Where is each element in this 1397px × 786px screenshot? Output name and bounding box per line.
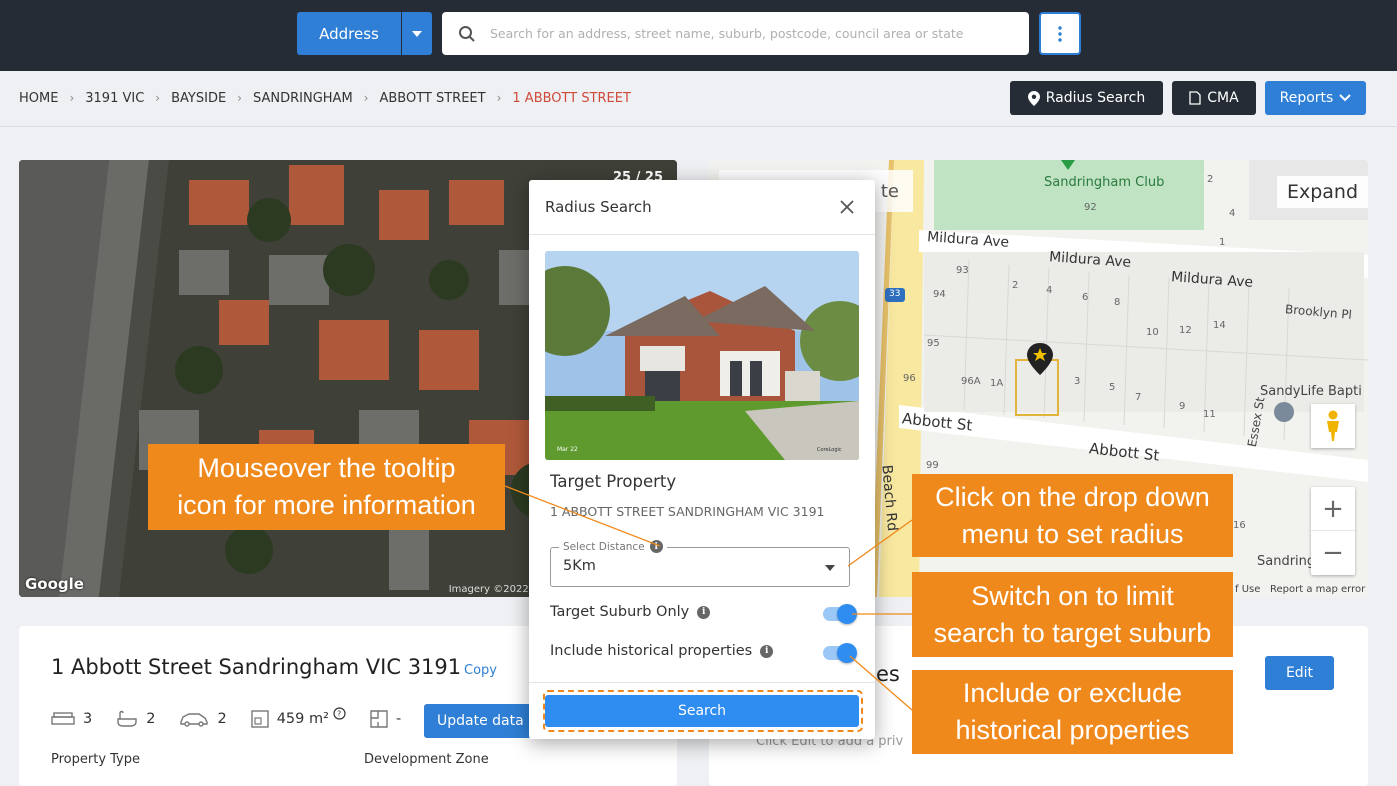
callout-switch: Switch on to limit search to target subu…: [912, 572, 1233, 657]
callout-switch-line-2: search to target suburb: [933, 617, 1212, 648]
callout-tooltip: Mouseover the tooltip icon for more info…: [148, 444, 505, 530]
callout-historical-line-2: historical properties: [955, 715, 1190, 745]
callout-tooltip-line-1: Mouseover the tooltip: [197, 453, 456, 483]
callout-historical: Include or exclude historical properties: [912, 670, 1233, 754]
callout-dropdown-line-1: Click on the drop down: [935, 481, 1210, 512]
callout-tooltip-line-2: icon for more information: [177, 490, 476, 520]
callout-dropdown: Click on the drop down menu to set radiu…: [912, 474, 1233, 557]
callout-dropdown-line-2: menu to set radius: [961, 518, 1184, 549]
callout-switch-line-1: Switch on to limit: [971, 580, 1174, 611]
callout-historical-line-1: Include or exclude: [962, 678, 1183, 708]
